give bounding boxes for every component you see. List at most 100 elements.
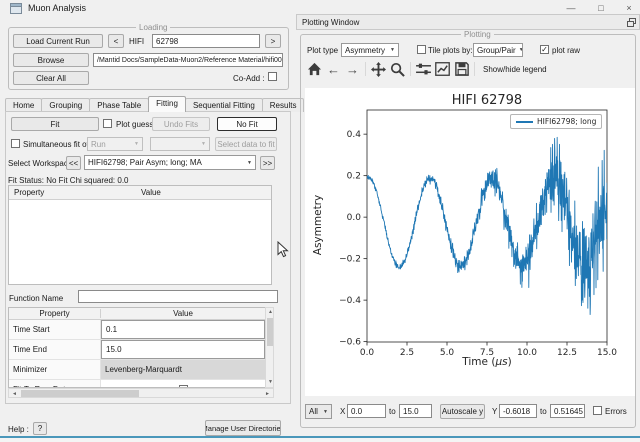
- scrollbar-thumb[interactable]: [21, 390, 139, 397]
- minimize-button[interactable]: —: [561, 1, 581, 14]
- tile-by-dropdown[interactable]: Group/Pair▼: [473, 43, 523, 57]
- toolbar-separator: [410, 62, 411, 76]
- fit-settings-table[interactable]: Property Value Time Start 0.1 Time End 1…: [8, 307, 265, 388]
- select-data-to-fit-button[interactable]: Select data to fit: [215, 137, 277, 151]
- loading-group-label: Loading: [136, 23, 170, 32]
- plot-raw-label: plot raw: [552, 46, 580, 55]
- plot-guess-checkbox[interactable]: [103, 119, 112, 128]
- plot-raw-checkbox[interactable]: ✓: [540, 45, 549, 54]
- plot-type-dropdown[interactable]: Asymmetry▼: [341, 43, 399, 57]
- window-title: Muon Analysis: [28, 3, 86, 13]
- chevron-down-icon: ▼: [519, 47, 523, 53]
- background-window-strip: [0, 438, 640, 442]
- workspace-previous-button[interactable]: <<: [66, 156, 81, 170]
- simultaneous-run-dropdown[interactable]: Run▼: [87, 137, 143, 151]
- fit-status-text: Fit Status: No Fit Chi squared: 0.0: [8, 176, 129, 185]
- pan-icon[interactable]: [370, 61, 387, 78]
- next-run-button[interactable]: >: [265, 34, 281, 48]
- browse-button[interactable]: Browse: [13, 53, 89, 67]
- tab-sequential-fitting[interactable]: Sequential Fitting: [185, 98, 263, 112]
- plot-toolbar: ← → Show/hide legend: [306, 60, 632, 78]
- tab-home[interactable]: Home: [5, 98, 42, 112]
- manage-user-directories-button[interactable]: Manage User Directories: [205, 420, 281, 436]
- fit-function-table[interactable]: Property Value: [8, 185, 272, 285]
- customize-plot-icon[interactable]: [434, 61, 451, 78]
- tab-bar: Home Grouping Phase Table Fitting Sequen…: [5, 95, 303, 112]
- fit-function-property-header: Property: [9, 188, 141, 197]
- fit-button[interactable]: Fit: [11, 117, 99, 131]
- tab-fitting[interactable]: Fitting: [148, 96, 186, 112]
- show-hide-legend-button[interactable]: Show/hide legend: [479, 63, 551, 76]
- help-button[interactable]: ?: [33, 422, 47, 435]
- float-dock-icon[interactable]: [627, 18, 636, 29]
- settings-vertical-scrollbar[interactable]: ▲ ▼: [265, 307, 274, 388]
- figure-area[interactable]: HIFI 62798 HIFI62798; long Asymmetry Tim…: [305, 88, 635, 396]
- plotting-dock-title: Plotting Window: [302, 18, 359, 27]
- maximize-button[interactable]: □: [591, 1, 611, 14]
- function-name-label: Function Name: [9, 294, 63, 303]
- x-to-input[interactable]: 15.0: [399, 404, 432, 418]
- simultaneous-detail-dropdown[interactable]: ▼: [150, 137, 210, 151]
- workspace-next-button[interactable]: >>: [260, 156, 275, 170]
- instrument-label: HIFI: [129, 37, 144, 46]
- chevron-down-icon: ▼: [390, 47, 395, 53]
- scroll-right-icon[interactable]: ►: [265, 392, 270, 397]
- legend-line-sample: [516, 121, 533, 123]
- tile-plots-checkbox[interactable]: [417, 45, 426, 54]
- app-icon: [10, 3, 22, 16]
- forward-icon[interactable]: →: [344, 61, 361, 78]
- workspace-dropdown[interactable]: HIFI62798; Pair Asym; long; MA▼: [84, 155, 256, 170]
- legend-label: HIFI62798; long: [537, 117, 596, 126]
- table-row[interactable]: Time Start 0.1: [9, 320, 265, 340]
- scroll-up-icon[interactable]: ▲: [268, 310, 273, 315]
- table-row[interactable]: Minimizer Levenberg-Marquardt: [9, 360, 265, 380]
- undo-fits-button[interactable]: Undo Fits: [152, 117, 210, 131]
- scrollbar-thumb[interactable]: [267, 318, 273, 346]
- time-start-value[interactable]: 0.1: [101, 320, 265, 339]
- back-icon[interactable]: ←: [325, 61, 342, 78]
- tab-phase-table[interactable]: Phase Table: [89, 98, 149, 112]
- plot-legend[interactable]: HIFI62798; long: [510, 114, 602, 129]
- y-from-input[interactable]: -0.6018: [499, 404, 537, 418]
- range-scope-dropdown[interactable]: All▼: [305, 404, 332, 419]
- asymmetry-plot-canvas[interactable]: [305, 88, 635, 396]
- select-workspace-label: Select Workspace: [8, 159, 72, 168]
- x-from-input[interactable]: 0.0: [347, 404, 386, 418]
- table-row[interactable]: Fit To Raw Data ✓: [9, 380, 265, 388]
- zoom-icon[interactable]: [389, 61, 406, 78]
- home-icon[interactable]: [306, 61, 323, 78]
- co-add-checkbox[interactable]: [268, 72, 277, 81]
- minimizer-value[interactable]: Levenberg-Marquardt: [101, 360, 265, 379]
- y-to-input[interactable]: 0.51645: [550, 404, 585, 418]
- y-range-label: Y: [492, 407, 497, 416]
- co-add-label: Co-Add :: [233, 74, 265, 83]
- save-icon[interactable]: [453, 61, 470, 78]
- plotting-dock-titlebar[interactable]: Plotting Window: [296, 14, 640, 30]
- chevron-down-icon: ▼: [134, 141, 139, 147]
- clear-all-button[interactable]: Clear All: [13, 71, 89, 85]
- settings-horizontal-scrollbar[interactable]: ◄ ►: [8, 388, 274, 398]
- load-current-run-button[interactable]: Load Current Run: [13, 34, 103, 48]
- close-button[interactable]: ×: [619, 1, 639, 14]
- y-axis-label: Asymmetry: [312, 185, 324, 265]
- tile-plots-label: Tile plots by:: [428, 46, 473, 55]
- to-label: to: [389, 407, 396, 416]
- tab-results[interactable]: Results: [262, 98, 305, 112]
- no-fit-button[interactable]: No Fit: [217, 117, 277, 131]
- autoscale-y-button[interactable]: Autoscale y: [440, 404, 485, 419]
- previous-run-button[interactable]: <: [108, 34, 124, 48]
- scroll-down-icon[interactable]: ▼: [268, 380, 273, 385]
- scroll-left-icon[interactable]: ◄: [12, 392, 17, 397]
- time-end-value[interactable]: 15.0: [101, 340, 265, 359]
- chevron-down-icon: ▼: [247, 160, 252, 166]
- errors-checkbox[interactable]: [593, 406, 602, 415]
- settings-value-header: Value: [101, 309, 265, 318]
- tab-grouping[interactable]: Grouping: [41, 98, 90, 112]
- run-number-input[interactable]: 62798: [152, 34, 260, 48]
- table-row[interactable]: Time End 15.0: [9, 340, 265, 360]
- function-name-input[interactable]: [78, 290, 278, 303]
- simultaneous-fit-checkbox[interactable]: [11, 139, 20, 148]
- x-axis-label: Time (μs): [367, 356, 607, 368]
- subplots-config-icon[interactable]: [415, 61, 432, 78]
- file-path-field[interactable]: /Mantid Docs/SampleData-Muon2/Reference …: [93, 53, 283, 67]
